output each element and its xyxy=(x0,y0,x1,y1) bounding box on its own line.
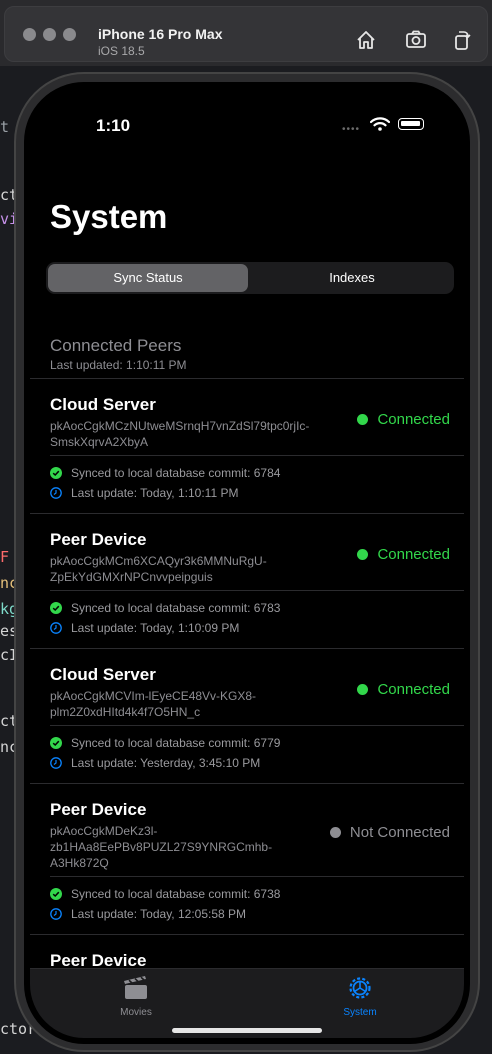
synced-commit-text: Synced to local database commit: 6783 xyxy=(71,601,281,615)
last-update-line: Last update: Today, 1:10:09 PM xyxy=(50,621,239,635)
phone-bezel: 1:10 •••• System Sync Status Indexes Con… xyxy=(24,82,470,1044)
last-update-line: Last update: Yesterday, 3:45:10 PM xyxy=(50,756,260,770)
sync-info: Synced to local database commit: 6783 Las… xyxy=(50,590,464,647)
peer-key-line: pkAocCgkMCVIm-lEyeCE48Vv-KGX8- xyxy=(50,689,257,703)
wifi-icon xyxy=(370,117,390,131)
tab-system-label: System xyxy=(343,1007,377,1018)
synced-commit-text: Synced to local database commit: 6784 xyxy=(71,466,281,480)
peer-row[interactable]: Peer Device pkAocCgkMDeKz3l-zb1HAa8EePBv8… xyxy=(30,783,464,934)
minimize-window-button[interactable] xyxy=(43,28,56,41)
peer-key-line: A3Hk872Q xyxy=(50,856,109,870)
peer-row[interactable]: Peer Device pkAocCgkMCm6XCAQyr3k6MMNuRgU-… xyxy=(30,513,464,648)
page-title: System xyxy=(50,198,168,235)
last-update-line: Last update: Today, 12:05:58 PM xyxy=(50,907,246,921)
peer-name: Peer Device xyxy=(50,530,147,549)
gear-icon xyxy=(349,977,371,999)
peer-key-line: pkAocCgkMCzNUtweMSrnqH7vnZdSl79tpc0rjIc- xyxy=(50,419,310,433)
peer-key-line: plm2Z0xdHItd4k4f7O5HN_c xyxy=(50,705,201,719)
sync-info: Synced to local database commit: 6779 Las… xyxy=(50,725,464,782)
synced-commit-line: Synced to local database commit: 6784 xyxy=(50,466,280,480)
os-version: iOS 18.5 xyxy=(98,44,145,58)
status-dot-icon xyxy=(329,827,341,838)
rotate-icon[interactable] xyxy=(451,29,473,51)
peer-key: pkAocCgkMCzNUtweMSrnqH7vnZdSl79tpc0rjIc-… xyxy=(50,418,340,450)
connection-status: Connected xyxy=(357,411,450,428)
checkmark-circle-icon xyxy=(50,737,62,749)
synced-commit-line: Synced to local database commit: 6783 xyxy=(50,601,280,615)
connection-status-label: Connected xyxy=(377,411,450,428)
app-screen: 1:10 •••• System Sync Status Indexes Con… xyxy=(30,88,464,1038)
segmented-control: Sync Status Indexes xyxy=(46,262,454,294)
synced-commit-line: Synced to local database commit: 6779 xyxy=(50,736,280,750)
sync-info: Synced to local database commit: 6738 Las… xyxy=(50,876,464,933)
peer-key-line: ZpEkYdGMXrNPCnvvpeipguis xyxy=(50,570,213,584)
connection-status: Not Connected xyxy=(329,824,450,841)
status-dot-icon xyxy=(357,684,369,695)
checkmark-circle-icon xyxy=(50,467,62,479)
last-update-text: Last update: Today, 12:05:58 PM xyxy=(71,907,247,921)
peer-row[interactable]: Cloud Server pkAocCgkMCzNUtweMSrnqH7vnZdS… xyxy=(30,378,464,513)
device-name: iPhone 16 Pro Max xyxy=(98,26,223,42)
synced-commit-text: Synced to local database commit: 6779 xyxy=(71,736,281,750)
cellular-signal-icon: •••• xyxy=(342,124,361,135)
connection-status-label: Not Connected xyxy=(349,824,450,841)
tab-movies-label: Movies xyxy=(120,1007,152,1018)
last-update-line: Last update: Today, 1:10:11 PM xyxy=(50,486,238,500)
sync-info: Synced to local database commit: 6784 Las… xyxy=(50,455,464,512)
section-header: Connected Peers xyxy=(50,336,182,355)
tab-movies[interactable]: Movies xyxy=(86,975,186,1018)
section-last-updated: Last updated: 1:10:11 PM xyxy=(50,358,187,372)
segment-indexes[interactable]: Indexes xyxy=(252,264,452,292)
clock-icon xyxy=(50,622,62,634)
simulator-toolbar: iPhone 16 Pro Max iOS 18.5 xyxy=(0,0,492,66)
connection-status-label: Connected xyxy=(377,546,450,563)
peer-key-line: pkAocCgkMDeKz3l- xyxy=(50,824,158,838)
peer-key: pkAocCgkMCm6XCAQyr3k6MMNuRgU- ZpEkYdGMXrN… xyxy=(50,553,340,585)
clock-icon xyxy=(50,757,62,769)
status-bar-time: 1:10 xyxy=(96,116,131,135)
peer-row[interactable]: Cloud Server pkAocCgkMCVIm-lEyeCE48Vv-KGX… xyxy=(30,648,464,783)
simulator-title-bar: iPhone 16 Pro Max iOS 18.5 xyxy=(4,6,488,62)
home-icon[interactable] xyxy=(355,29,377,51)
peer-key-line: SmskXqrvA2XbyA xyxy=(50,435,149,449)
peer-key: pkAocCgkMCVIm-lEyeCE48Vv-KGX8- plm2Z0xdHI… xyxy=(50,688,340,720)
connection-status: Connected xyxy=(357,546,450,563)
synced-commit-line: Synced to local database commit: 6738 xyxy=(50,887,280,901)
clapperboard-icon xyxy=(124,976,147,999)
zoom-window-button[interactable] xyxy=(63,28,76,41)
peer-key-line: zb1HAa8EePBv8PUZL27S9YNRGCmhb- xyxy=(50,840,273,854)
tab-system[interactable]: System xyxy=(310,975,410,1018)
status-dot-icon xyxy=(357,549,369,560)
clock-icon xyxy=(50,487,62,499)
peer-key: pkAocCgkMDeKz3l-zb1HAa8EePBv8PUZL27S9YNR… xyxy=(50,823,340,871)
last-update-text: Last update: Today, 1:10:09 PM xyxy=(71,621,240,635)
connection-status-label: Connected xyxy=(377,681,450,698)
close-window-button[interactable] xyxy=(23,28,36,41)
peer-key-line: pkAocCgkMCm6XCAQyr3k6MMNuRgU- xyxy=(50,554,267,568)
checkmark-circle-icon xyxy=(50,888,62,900)
connection-status: Connected xyxy=(357,681,450,698)
screenshot-icon[interactable] xyxy=(405,29,427,51)
clock-icon xyxy=(50,908,62,920)
peer-name: Cloud Server xyxy=(50,395,156,414)
last-update-text: Last update: Today, 1:10:11 PM xyxy=(71,486,239,500)
synced-commit-text: Synced to local database commit: 6738 xyxy=(71,887,281,901)
last-update-text: Last update: Yesterday, 3:45:10 PM xyxy=(71,756,261,770)
peer-name: Cloud Server xyxy=(50,665,156,684)
checkmark-circle-icon xyxy=(50,602,62,614)
peer-name: Peer Device xyxy=(50,800,147,819)
status-dot-icon xyxy=(357,414,369,425)
segment-sync-status[interactable]: Sync Status xyxy=(48,264,248,292)
battery-icon xyxy=(398,118,424,130)
peer-list: Cloud Server pkAocCgkMCzNUtweMSrnqH7vnZdS… xyxy=(30,378,464,1038)
home-indicator[interactable] xyxy=(172,1028,322,1033)
